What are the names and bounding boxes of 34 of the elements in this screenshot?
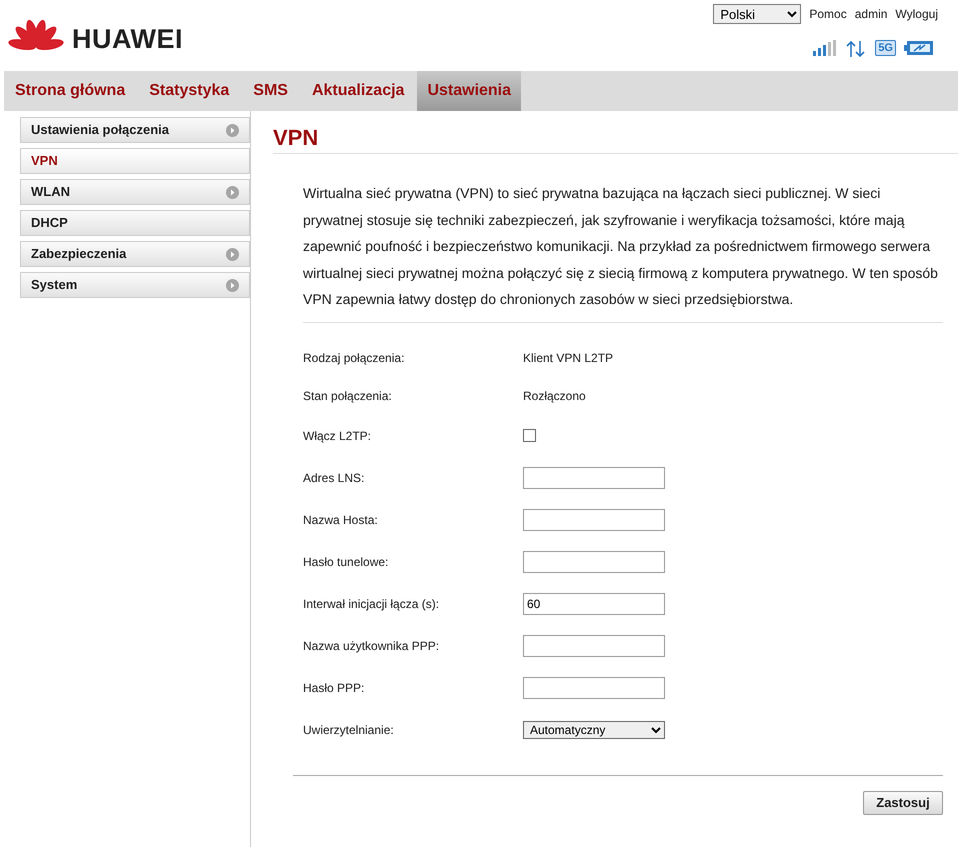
field-label: Włącz L2TP: — [303, 428, 372, 445]
nav-tab[interactable]: Ustawienia — [417, 71, 522, 111]
description-text: Wirtualna sieć prywatna (VPN) to sieć prywatna bazująca na łączach sieci publicznej. W sieci prywatnej stosuje się techniki zabezpieczeń, jak szyfrowanie i weryfikacja tożsamości, które mają zapewnić poufność i bezpieczeństwo komunikacji. Na przykład za pośrednictwem firmowego serwera wirtualnej sieci prywatnej można połączyć się z siecią firmową z komputera prywatnego. W ten sposób VPN zapewnia łatwy dostęp do chronionych zasobów w sieci przedsiębiorstwa. — [303, 180, 943, 323]
sidebar-item[interactable]: DHCP — [20, 210, 250, 236]
header-link[interactable]: admin — [854, 5, 888, 23]
network-type-indicator: 5G — [875, 40, 896, 56]
sidebar-item[interactable]: Zabezpieczenia — [20, 241, 250, 267]
language-select[interactable]: Polski — [713, 4, 802, 24]
sidebar-item[interactable]: VPN — [20, 148, 250, 174]
header-link[interactable]: Pomoc — [809, 5, 847, 23]
field-label: Interwał inicjacji łącza (s): — [303, 596, 440, 613]
nav-tab[interactable]: Strona główna — [4, 71, 138, 111]
nav-tab[interactable]: Aktualizacja — [300, 71, 418, 111]
field-label: Hasło PPP: — [303, 680, 366, 697]
apply-button[interactable]: Zastosuj — [863, 790, 943, 815]
sidebar-item[interactable]: Ustawienia połączenia — [20, 117, 250, 143]
field-value: Rozłączono — [523, 388, 586, 405]
field-label: Hasło tunelowe: — [303, 554, 390, 571]
input-field[interactable]: 60 — [523, 592, 665, 615]
nav-tab[interactable]: Statystyka — [138, 71, 242, 111]
field-label: Nazwa użytkownika PPP: — [303, 638, 440, 655]
field-label: Rodzaj połączenia: — [303, 350, 406, 367]
field-label: Stan połączenia: — [303, 388, 393, 405]
header-link[interactable]: Wyloguj — [895, 5, 938, 23]
page-title: VPN — [273, 125, 958, 154]
sidebar-item[interactable]: System — [20, 272, 250, 298]
sidebar-item[interactable]: WLAN — [20, 179, 250, 205]
field-label: Adres LNS: — [303, 470, 366, 487]
field-value: Klient VPN L2TP — [523, 350, 614, 367]
field-label: Uwierzytelnianie: — [303, 722, 395, 739]
dropdown-field[interactable]: Automatyczny — [523, 720, 665, 739]
field-label: Nazwa Hosta: — [303, 512, 379, 529]
brand-name: HUAWEI — [72, 23, 183, 56]
nav-tab[interactable]: SMS — [242, 71, 301, 111]
